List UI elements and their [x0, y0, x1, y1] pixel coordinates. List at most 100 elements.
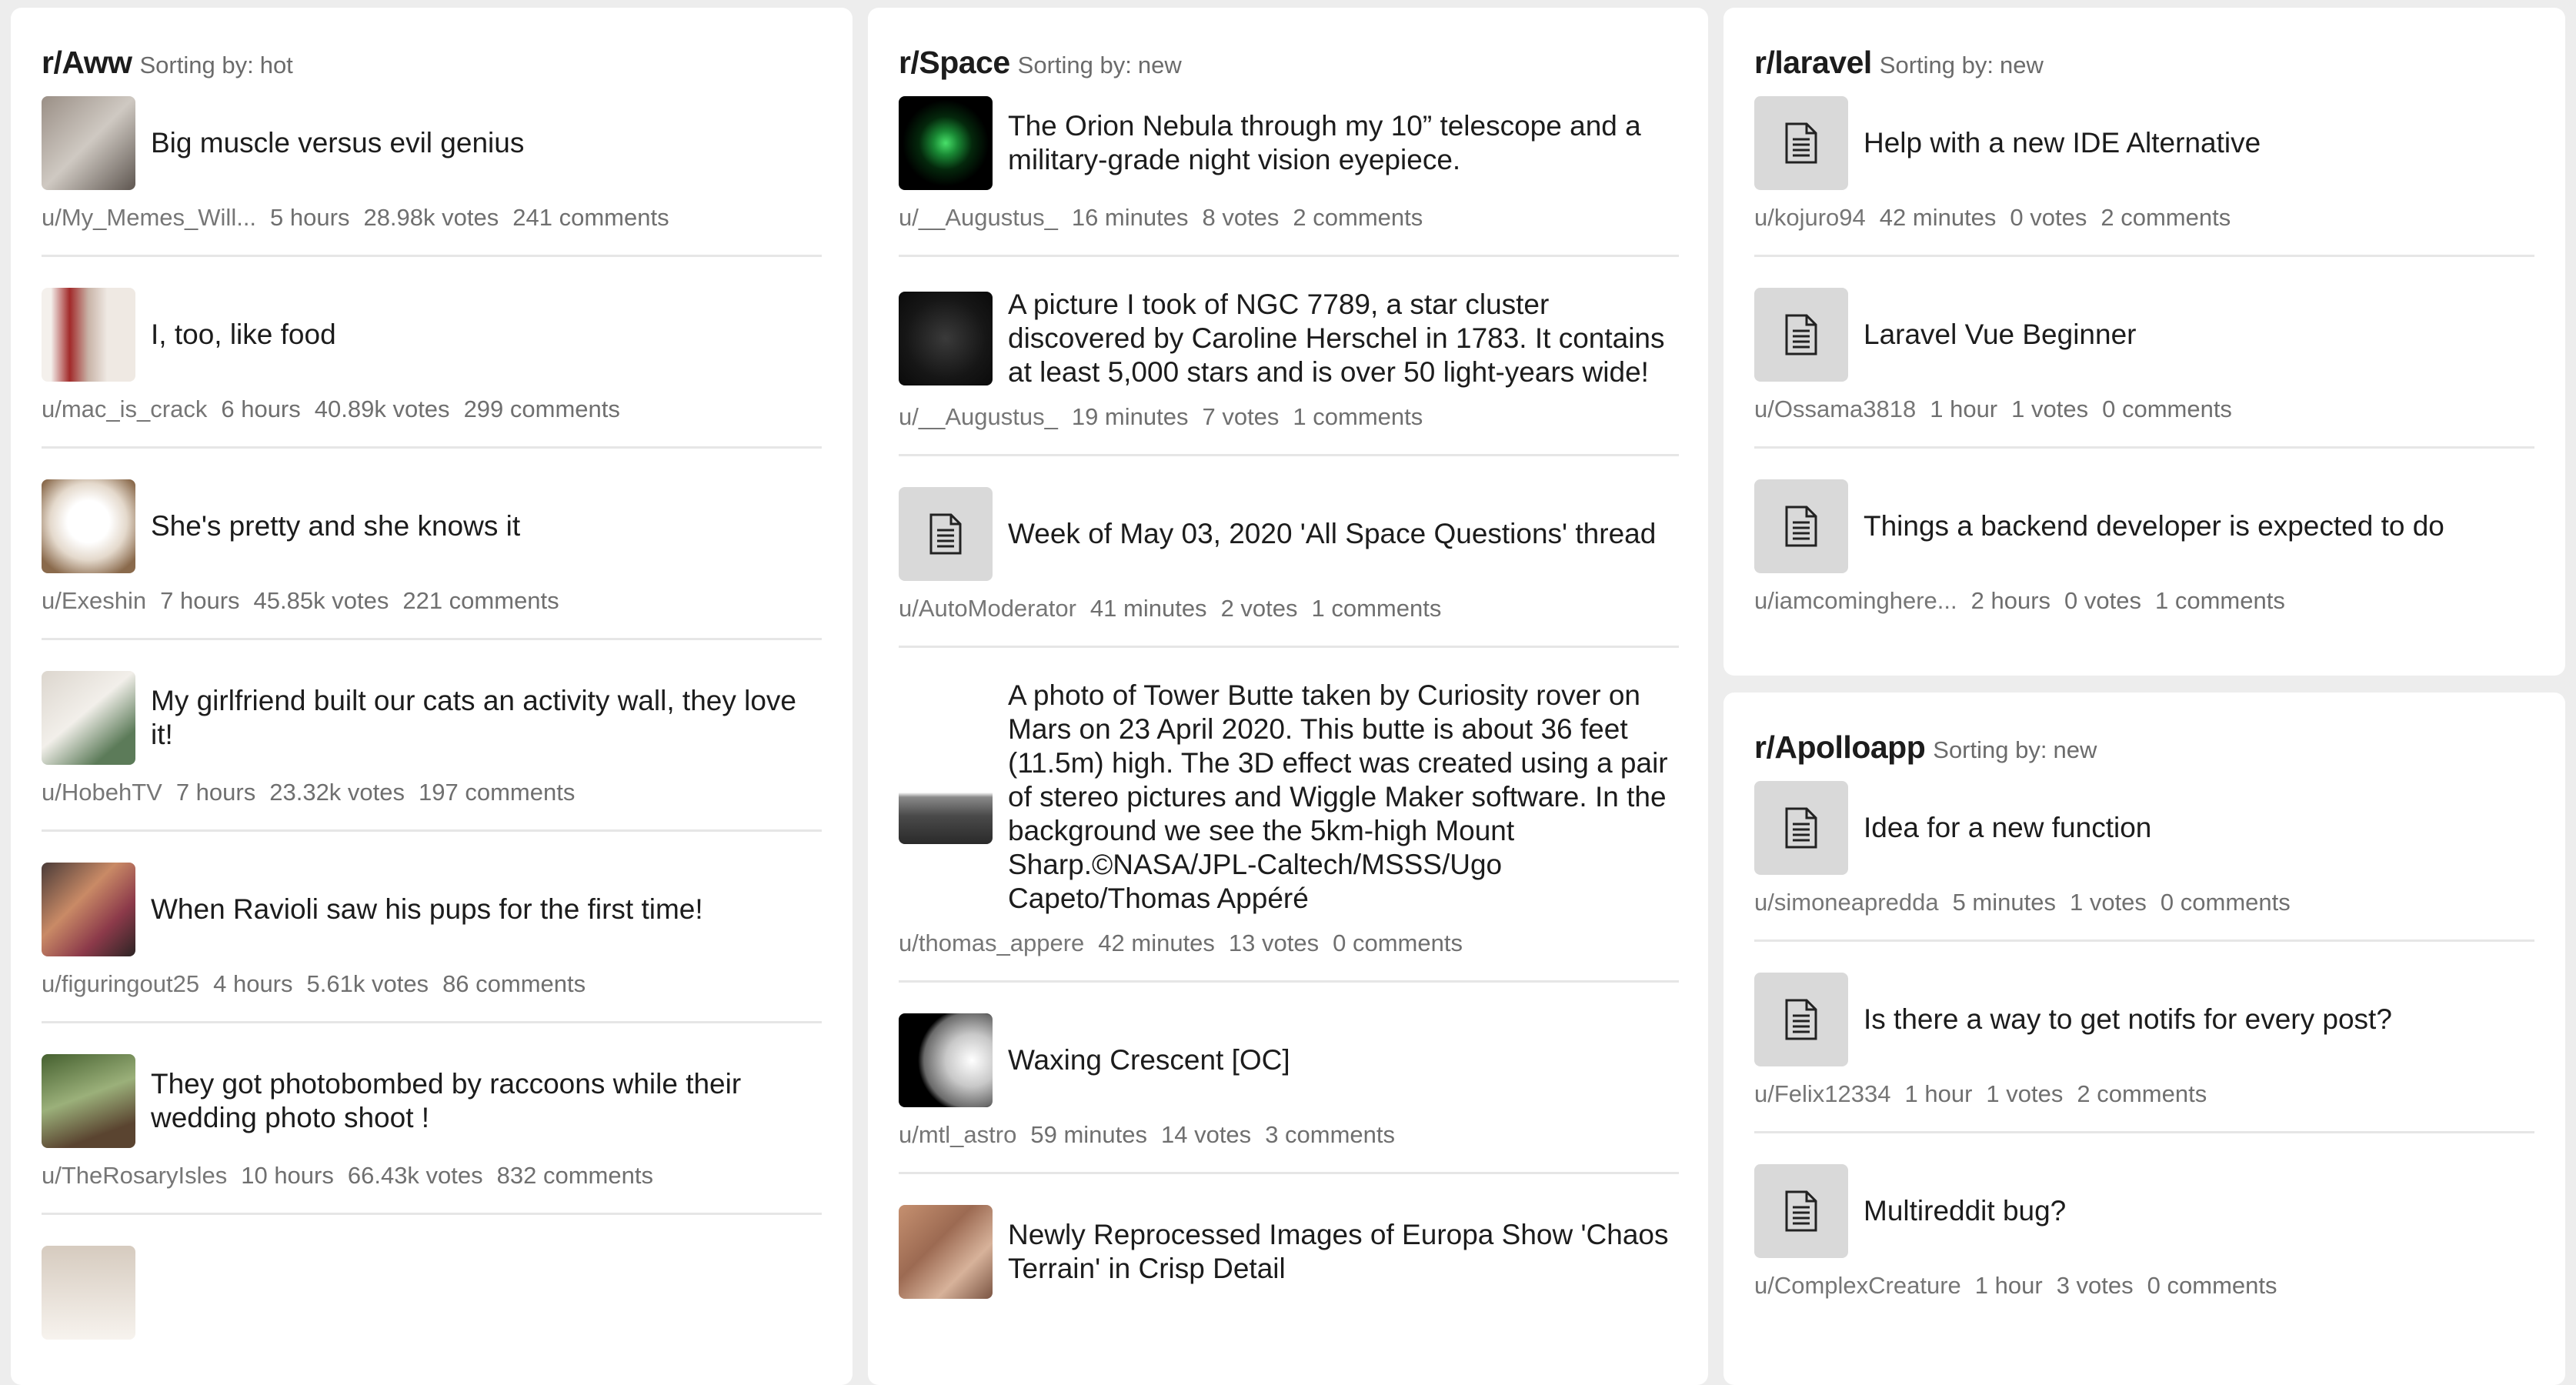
- post-comments[interactable]: 1 comments: [1312, 595, 1442, 622]
- sort-label: Sorting by:: [1017, 52, 1132, 78]
- post-item[interactable]: I, too, like food u/mac_is_crack 6 hours 4…: [42, 288, 822, 449]
- post-comments[interactable]: 2 comments: [2077, 1080, 2207, 1107]
- post-title[interactable]: Help with a new IDE Alternative: [1864, 126, 2261, 160]
- post-item[interactable]: Waxing Crescent [OC] u/mtl_astro 59 minut…: [899, 1013, 1679, 1174]
- post-item[interactable]: Week of May 03, 2020 'All Space Question…: [899, 487, 1679, 648]
- post-item[interactable]: Big muscle versus evil genius u/My_Memes…: [42, 96, 822, 257]
- post-item[interactable]: Things a backend developer is expected t…: [1754, 479, 2534, 638]
- post-thumbnail[interactable]: [899, 1205, 993, 1299]
- post-comments[interactable]: 0 comments: [2147, 1272, 2277, 1299]
- post-item[interactable]: When Ravioli saw his pups for the first …: [42, 863, 822, 1023]
- post-author[interactable]: u/iamcominghere...: [1754, 587, 1957, 614]
- post-title[interactable]: Newly Reprocessed Images of Europa Show …: [1008, 1218, 1679, 1286]
- post-thumbnail[interactable]: [42, 671, 135, 765]
- post-thumbnail[interactable]: [1754, 288, 1848, 382]
- post-title[interactable]: Week of May 03, 2020 'All Space Question…: [1008, 517, 1656, 551]
- post-thumbnail[interactable]: [1754, 1164, 1848, 1258]
- post-author[interactable]: u/mtl_astro: [899, 1121, 1016, 1148]
- post-thumbnail[interactable]: [1754, 973, 1848, 1066]
- post-thumbnail[interactable]: [42, 479, 135, 573]
- post-comments[interactable]: 241 comments: [512, 204, 669, 231]
- post-thumbnail[interactable]: [899, 487, 993, 581]
- post-item-partial[interactable]: [42, 1246, 822, 1363]
- post-author[interactable]: u/Ossama3818: [1754, 395, 1916, 422]
- post-title[interactable]: Idea for a new function: [1864, 811, 2151, 845]
- post-item[interactable]: Multireddit bug? u/ComplexCreature 1 hour…: [1754, 1164, 2534, 1323]
- post-thumbnail[interactable]: [42, 96, 135, 190]
- post-author[interactable]: u/Felix12334: [1754, 1080, 1891, 1107]
- post-thumbnail[interactable]: [899, 292, 993, 385]
- post-title[interactable]: They got photobombed by raccoons while t…: [151, 1067, 822, 1135]
- post-thumbnail[interactable]: [1754, 781, 1848, 875]
- subreddit-name[interactable]: r/Apolloapp: [1754, 729, 1926, 766]
- post-title[interactable]: The Orion Nebula through my 10” telescop…: [1008, 109, 1679, 177]
- post-title[interactable]: Things a backend developer is expected t…: [1864, 509, 2444, 543]
- post-title[interactable]: She's pretty and she knows it: [151, 509, 520, 543]
- post-thumbnail[interactable]: [42, 288, 135, 382]
- post-comments[interactable]: 1 comments: [2155, 587, 2285, 614]
- subreddit-name[interactable]: r/Aww: [42, 45, 132, 81]
- post-item[interactable]: A photo of Tower Butte taken by Curiosit…: [899, 679, 1679, 983]
- post-title[interactable]: Big muscle versus evil genius: [151, 126, 524, 160]
- post-item[interactable]: The Orion Nebula through my 10” telescop…: [899, 96, 1679, 257]
- post-author[interactable]: u/Exeshin: [42, 587, 146, 614]
- post-comments[interactable]: 0 comments: [2102, 395, 2232, 422]
- post-item[interactable]: Help with a new IDE Alternative u/kojuro…: [1754, 96, 2534, 257]
- post-item[interactable]: Is there a way to get notifs for every p…: [1754, 973, 2534, 1133]
- sort-indicator[interactable]: Sorting by: hot: [140, 52, 293, 79]
- post-item[interactable]: They got photobombed by raccoons while t…: [42, 1054, 822, 1215]
- post-title[interactable]: I, too, like food: [151, 318, 336, 352]
- post-comments[interactable]: 299 comments: [464, 395, 620, 422]
- post-comments[interactable]: 1 comments: [1293, 403, 1423, 430]
- post-thumbnail[interactable]: [42, 1246, 135, 1340]
- subreddit-name[interactable]: r/laravel: [1754, 45, 1872, 81]
- post-title[interactable]: Multireddit bug?: [1864, 1194, 2066, 1228]
- post-thumbnail[interactable]: [899, 750, 993, 844]
- post-item[interactable]: Idea for a new function u/simoneapredda 5…: [1754, 781, 2534, 942]
- post-thumbnail[interactable]: [1754, 479, 1848, 573]
- post-comments[interactable]: 0 comments: [1333, 929, 1463, 956]
- post-title[interactable]: A picture I took of NGC 7789, a star clu…: [1008, 288, 1679, 389]
- post-comments[interactable]: 0 comments: [2161, 889, 2291, 916]
- panel-header: r/Space Sorting by: new: [899, 45, 1677, 81]
- post-author[interactable]: u/My_Memes_Will...: [42, 204, 256, 231]
- post-author[interactable]: u/TheRosaryIsles: [42, 1162, 227, 1189]
- post-title[interactable]: Laravel Vue Beginner: [1864, 318, 2136, 352]
- post-author[interactable]: u/__Augustus_: [899, 204, 1058, 231]
- post-comments[interactable]: 2 comments: [2101, 204, 2231, 231]
- post-comments[interactable]: 3 comments: [1265, 1121, 1395, 1148]
- post-title[interactable]: When Ravioli saw his pups for the first …: [151, 893, 703, 926]
- post-author[interactable]: u/thomas_appere: [899, 929, 1084, 956]
- post-comments[interactable]: 197 comments: [419, 779, 575, 806]
- post-author[interactable]: u/HobehTV: [42, 779, 162, 806]
- post-comments[interactable]: 221 comments: [402, 587, 559, 614]
- post-title[interactable]: My girlfriend built our cats an activity…: [151, 684, 822, 752]
- post-comments[interactable]: 832 comments: [497, 1162, 653, 1189]
- post-title[interactable]: Is there a way to get notifs for every p…: [1864, 1003, 2392, 1036]
- post-item[interactable]: She's pretty and she knows it u/Exeshin 7…: [42, 479, 822, 640]
- post-comments[interactable]: 2 comments: [1293, 204, 1423, 231]
- post-thumbnail[interactable]: [42, 863, 135, 956]
- sort-indicator[interactable]: Sorting by: new: [1880, 52, 2044, 79]
- post-author[interactable]: u/__Augustus_: [899, 403, 1058, 430]
- subreddit-name[interactable]: r/Space: [899, 45, 1010, 81]
- post-item[interactable]: My girlfriend built our cats an activity…: [42, 671, 822, 832]
- post-author[interactable]: u/ComplexCreature: [1754, 1272, 1961, 1299]
- post-author[interactable]: u/mac_is_crack: [42, 395, 207, 422]
- sort-indicator[interactable]: Sorting by: new: [1933, 736, 2097, 764]
- post-item[interactable]: A picture I took of NGC 7789, a star clu…: [899, 288, 1679, 456]
- post-author[interactable]: u/kojuro94: [1754, 204, 1866, 231]
- post-thumbnail[interactable]: [42, 1054, 135, 1148]
- post-title[interactable]: A photo of Tower Butte taken by Curiosit…: [1008, 679, 1679, 916]
- post-item[interactable]: Laravel Vue Beginner u/Ossama3818 1 hour 1…: [1754, 288, 2534, 449]
- post-author[interactable]: u/simoneapredda: [1754, 889, 1939, 916]
- post-author[interactable]: u/AutoModerator: [899, 595, 1076, 622]
- post-item[interactable]: Newly Reprocessed Images of Europa Show …: [899, 1205, 1679, 1322]
- post-thumbnail[interactable]: [899, 96, 993, 190]
- post-title[interactable]: Waxing Crescent [OC]: [1008, 1043, 1290, 1077]
- post-comments[interactable]: 86 comments: [442, 970, 586, 997]
- sort-indicator[interactable]: Sorting by: new: [1018, 52, 1182, 79]
- post-thumbnail[interactable]: [899, 1013, 993, 1107]
- post-author[interactable]: u/figuringout25: [42, 970, 199, 997]
- post-thumbnail[interactable]: [1754, 96, 1848, 190]
